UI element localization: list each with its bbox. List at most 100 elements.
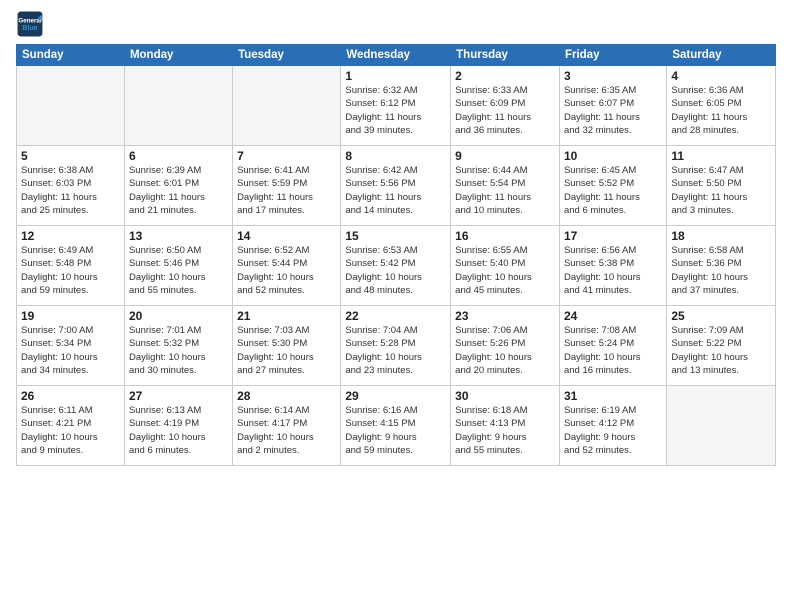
svg-text:Blue: Blue (22, 25, 37, 32)
day-info: Sunrise: 6:36 AM Sunset: 6:05 PM Dayligh… (671, 84, 771, 137)
day-number: 25 (671, 309, 771, 323)
calendar-day-23: 23Sunrise: 7:06 AM Sunset: 5:26 PM Dayli… (451, 306, 560, 386)
day-number: 31 (564, 389, 662, 403)
day-info: Sunrise: 7:06 AM Sunset: 5:26 PM Dayligh… (455, 324, 555, 377)
calendar-day-12: 12Sunrise: 6:49 AM Sunset: 5:48 PM Dayli… (17, 226, 125, 306)
day-number: 24 (564, 309, 662, 323)
calendar-day-5: 5Sunrise: 6:38 AM Sunset: 6:03 PM Daylig… (17, 146, 125, 226)
calendar-day-4: 4Sunrise: 6:36 AM Sunset: 6:05 PM Daylig… (667, 66, 776, 146)
logo: General Blue (16, 10, 47, 38)
day-info: Sunrise: 6:13 AM Sunset: 4:19 PM Dayligh… (129, 404, 228, 457)
weekday-header-friday: Friday (559, 45, 666, 66)
day-info: Sunrise: 7:08 AM Sunset: 5:24 PM Dayligh… (564, 324, 662, 377)
calendar-day-empty (667, 386, 776, 466)
calendar-day-24: 24Sunrise: 7:08 AM Sunset: 5:24 PM Dayli… (559, 306, 666, 386)
calendar-day-26: 26Sunrise: 6:11 AM Sunset: 4:21 PM Dayli… (17, 386, 125, 466)
calendar-table: SundayMondayTuesdayWednesdayThursdayFrid… (16, 44, 776, 466)
calendar-week-row: 12Sunrise: 6:49 AM Sunset: 5:48 PM Dayli… (17, 226, 776, 306)
calendar-day-22: 22Sunrise: 7:04 AM Sunset: 5:28 PM Dayli… (341, 306, 451, 386)
day-number: 1 (345, 69, 446, 83)
day-number: 23 (455, 309, 555, 323)
day-info: Sunrise: 7:04 AM Sunset: 5:28 PM Dayligh… (345, 324, 446, 377)
calendar-week-row: 5Sunrise: 6:38 AM Sunset: 6:03 PM Daylig… (17, 146, 776, 226)
day-number: 4 (671, 69, 771, 83)
day-number: 28 (237, 389, 336, 403)
calendar-day-6: 6Sunrise: 6:39 AM Sunset: 6:01 PM Daylig… (124, 146, 232, 226)
day-number: 11 (671, 149, 771, 163)
day-info: Sunrise: 6:14 AM Sunset: 4:17 PM Dayligh… (237, 404, 336, 457)
day-info: Sunrise: 6:44 AM Sunset: 5:54 PM Dayligh… (455, 164, 555, 217)
day-number: 10 (564, 149, 662, 163)
calendar-day-16: 16Sunrise: 6:55 AM Sunset: 5:40 PM Dayli… (451, 226, 560, 306)
calendar-day-14: 14Sunrise: 6:52 AM Sunset: 5:44 PM Dayli… (233, 226, 341, 306)
svg-text:General: General (18, 17, 41, 24)
day-info: Sunrise: 6:11 AM Sunset: 4:21 PM Dayligh… (21, 404, 120, 457)
calendar-day-15: 15Sunrise: 6:53 AM Sunset: 5:42 PM Dayli… (341, 226, 451, 306)
day-number: 27 (129, 389, 228, 403)
weekday-header-monday: Monday (124, 45, 232, 66)
day-info: Sunrise: 6:56 AM Sunset: 5:38 PM Dayligh… (564, 244, 662, 297)
calendar-day-18: 18Sunrise: 6:58 AM Sunset: 5:36 PM Dayli… (667, 226, 776, 306)
day-info: Sunrise: 6:55 AM Sunset: 5:40 PM Dayligh… (455, 244, 555, 297)
day-info: Sunrise: 7:09 AM Sunset: 5:22 PM Dayligh… (671, 324, 771, 377)
calendar-day-1: 1Sunrise: 6:32 AM Sunset: 6:12 PM Daylig… (341, 66, 451, 146)
day-number: 19 (21, 309, 120, 323)
calendar-day-7: 7Sunrise: 6:41 AM Sunset: 5:59 PM Daylig… (233, 146, 341, 226)
weekday-header-row: SundayMondayTuesdayWednesdayThursdayFrid… (17, 45, 776, 66)
day-info: Sunrise: 6:19 AM Sunset: 4:12 PM Dayligh… (564, 404, 662, 457)
day-info: Sunrise: 6:32 AM Sunset: 6:12 PM Dayligh… (345, 84, 446, 137)
day-info: Sunrise: 6:42 AM Sunset: 5:56 PM Dayligh… (345, 164, 446, 217)
day-number: 8 (345, 149, 446, 163)
day-info: Sunrise: 7:03 AM Sunset: 5:30 PM Dayligh… (237, 324, 336, 377)
calendar-day-25: 25Sunrise: 7:09 AM Sunset: 5:22 PM Dayli… (667, 306, 776, 386)
calendar-day-empty (233, 66, 341, 146)
calendar-day-27: 27Sunrise: 6:13 AM Sunset: 4:19 PM Dayli… (124, 386, 232, 466)
day-number: 7 (237, 149, 336, 163)
day-info: Sunrise: 6:33 AM Sunset: 6:09 PM Dayligh… (455, 84, 555, 137)
weekday-header-sunday: Sunday (17, 45, 125, 66)
calendar-day-10: 10Sunrise: 6:45 AM Sunset: 5:52 PM Dayli… (559, 146, 666, 226)
calendar-week-row: 1Sunrise: 6:32 AM Sunset: 6:12 PM Daylig… (17, 66, 776, 146)
day-info: Sunrise: 6:50 AM Sunset: 5:46 PM Dayligh… (129, 244, 228, 297)
day-number: 12 (21, 229, 120, 243)
calendar-day-13: 13Sunrise: 6:50 AM Sunset: 5:46 PM Dayli… (124, 226, 232, 306)
day-number: 18 (671, 229, 771, 243)
calendar-day-20: 20Sunrise: 7:01 AM Sunset: 5:32 PM Dayli… (124, 306, 232, 386)
day-number: 6 (129, 149, 228, 163)
calendar-day-21: 21Sunrise: 7:03 AM Sunset: 5:30 PM Dayli… (233, 306, 341, 386)
day-info: Sunrise: 6:39 AM Sunset: 6:01 PM Dayligh… (129, 164, 228, 217)
day-info: Sunrise: 6:47 AM Sunset: 5:50 PM Dayligh… (671, 164, 771, 217)
calendar-day-19: 19Sunrise: 7:00 AM Sunset: 5:34 PM Dayli… (17, 306, 125, 386)
day-info: Sunrise: 6:45 AM Sunset: 5:52 PM Dayligh… (564, 164, 662, 217)
day-number: 9 (455, 149, 555, 163)
day-number: 20 (129, 309, 228, 323)
header: General Blue (16, 10, 776, 38)
day-number: 3 (564, 69, 662, 83)
weekday-header-wednesday: Wednesday (341, 45, 451, 66)
calendar-day-3: 3Sunrise: 6:35 AM Sunset: 6:07 PM Daylig… (559, 66, 666, 146)
calendar-day-8: 8Sunrise: 6:42 AM Sunset: 5:56 PM Daylig… (341, 146, 451, 226)
calendar-day-17: 17Sunrise: 6:56 AM Sunset: 5:38 PM Dayli… (559, 226, 666, 306)
calendar-day-9: 9Sunrise: 6:44 AM Sunset: 5:54 PM Daylig… (451, 146, 560, 226)
day-number: 30 (455, 389, 555, 403)
calendar-day-28: 28Sunrise: 6:14 AM Sunset: 4:17 PM Dayli… (233, 386, 341, 466)
calendar-day-11: 11Sunrise: 6:47 AM Sunset: 5:50 PM Dayli… (667, 146, 776, 226)
day-number: 15 (345, 229, 446, 243)
day-info: Sunrise: 6:53 AM Sunset: 5:42 PM Dayligh… (345, 244, 446, 297)
weekday-header-thursday: Thursday (451, 45, 560, 66)
calendar-week-row: 26Sunrise: 6:11 AM Sunset: 4:21 PM Dayli… (17, 386, 776, 466)
day-number: 13 (129, 229, 228, 243)
day-number: 17 (564, 229, 662, 243)
day-info: Sunrise: 6:35 AM Sunset: 6:07 PM Dayligh… (564, 84, 662, 137)
calendar-day-30: 30Sunrise: 6:18 AM Sunset: 4:13 PM Dayli… (451, 386, 560, 466)
day-number: 14 (237, 229, 336, 243)
calendar-day-31: 31Sunrise: 6:19 AM Sunset: 4:12 PM Dayli… (559, 386, 666, 466)
day-number: 22 (345, 309, 446, 323)
day-info: Sunrise: 6:41 AM Sunset: 5:59 PM Dayligh… (237, 164, 336, 217)
day-number: 21 (237, 309, 336, 323)
day-number: 2 (455, 69, 555, 83)
calendar-day-29: 29Sunrise: 6:16 AM Sunset: 4:15 PM Dayli… (341, 386, 451, 466)
day-info: Sunrise: 7:00 AM Sunset: 5:34 PM Dayligh… (21, 324, 120, 377)
day-info: Sunrise: 6:49 AM Sunset: 5:48 PM Dayligh… (21, 244, 120, 297)
day-info: Sunrise: 6:52 AM Sunset: 5:44 PM Dayligh… (237, 244, 336, 297)
